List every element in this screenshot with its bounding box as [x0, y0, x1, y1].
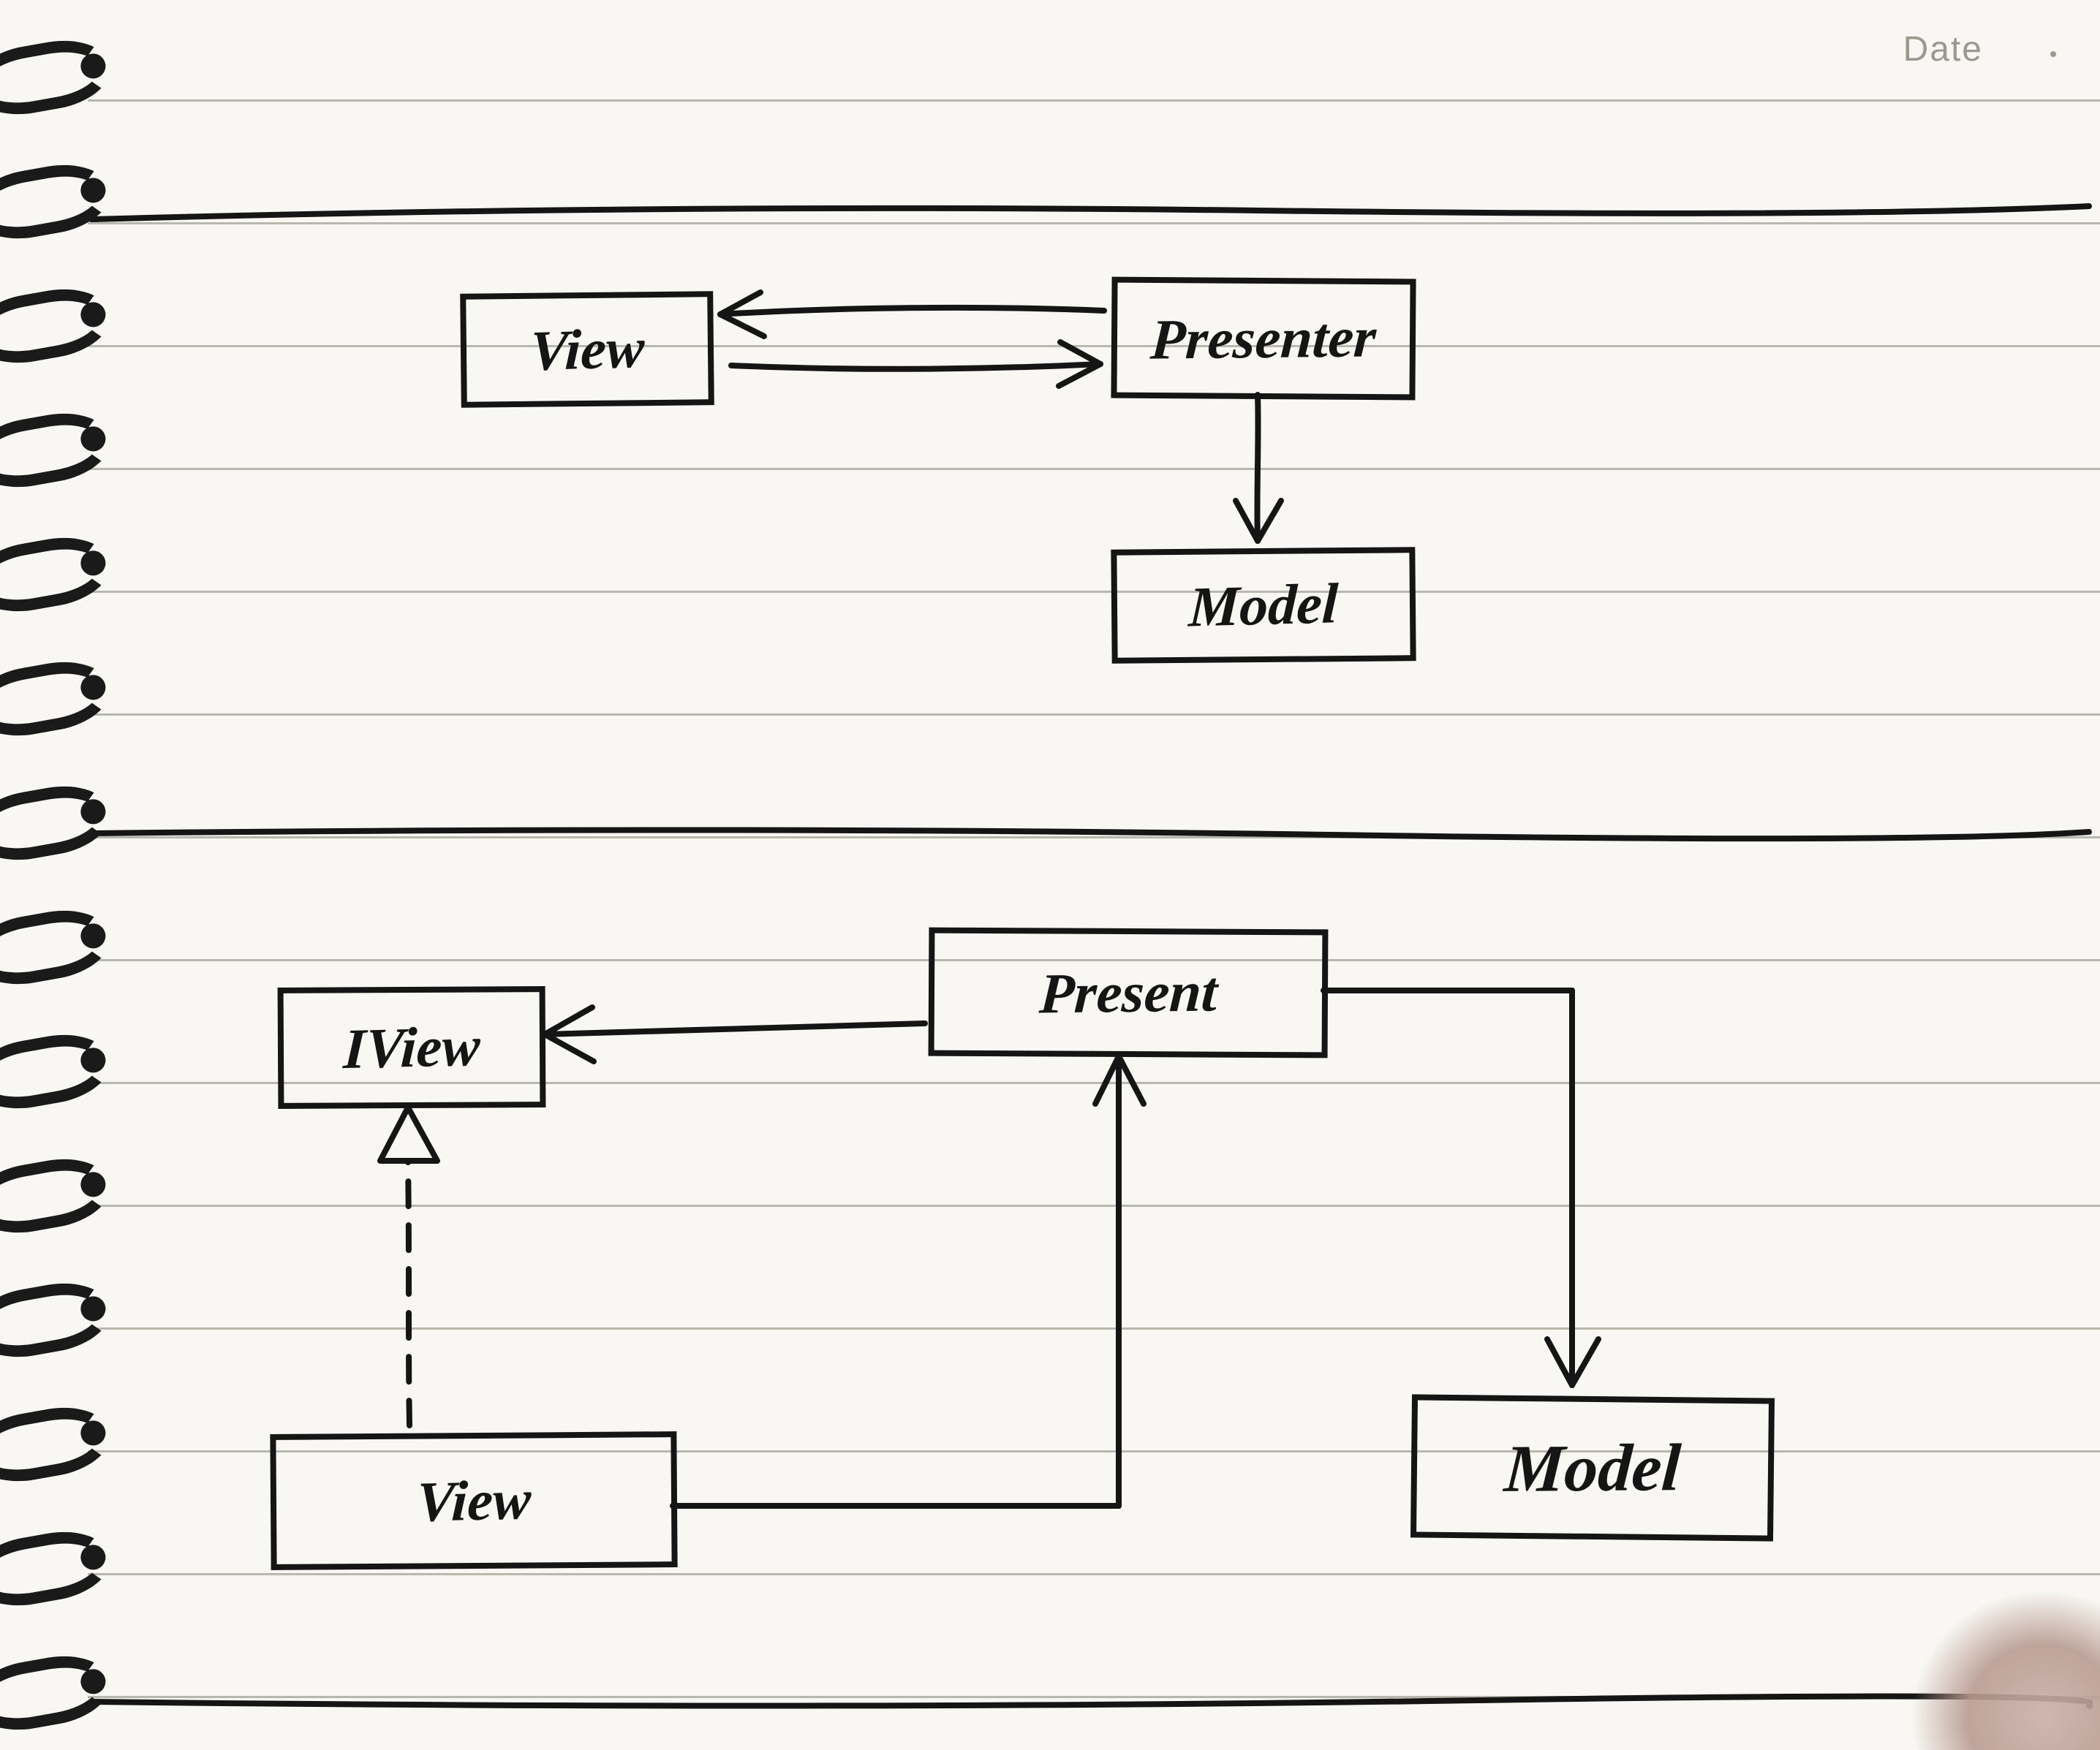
- d2-edge-present-model: [1323, 990, 1598, 1385]
- d1-view-label: View: [529, 315, 646, 384]
- d1-model-label: Model: [1187, 570, 1340, 640]
- spiral-binding: [0, 0, 117, 1750]
- d2-model-label: Model: [1502, 1428, 1682, 1507]
- d2-node-view: View: [270, 1431, 677, 1570]
- d2-present-label: Present: [1038, 959, 1219, 1027]
- d1-node-presenter: Presenter: [1111, 277, 1416, 401]
- d1-node-view: View: [460, 291, 714, 408]
- d1-node-model: Model: [1111, 547, 1416, 664]
- d1-presenter-label: Presenter: [1149, 304, 1378, 372]
- divider-middle: [88, 819, 2093, 848]
- notebook-page: Date View Presenter Model IView Present …: [0, 0, 2100, 1750]
- d2-edge-view-present: [673, 1056, 1144, 1506]
- d2-view-label: View: [415, 1466, 532, 1535]
- d2-node-present: Present: [929, 928, 1329, 1058]
- date-label: Date: [1903, 29, 1983, 69]
- d1-edge-view-presenter: [720, 292, 1104, 386]
- divider-top: [88, 197, 2093, 227]
- d2-edge-view-iview: [380, 1107, 437, 1425]
- date-dot: [2050, 51, 2056, 57]
- d2-node-iview: IView: [278, 986, 546, 1109]
- d2-node-model: Model: [1410, 1394, 1775, 1541]
- divider-bottom: [88, 1689, 2093, 1718]
- d2-edge-present-iview: [545, 1007, 925, 1061]
- d2-iview-label: IView: [342, 1013, 482, 1082]
- thumb-shadow: [1910, 1589, 2100, 1750]
